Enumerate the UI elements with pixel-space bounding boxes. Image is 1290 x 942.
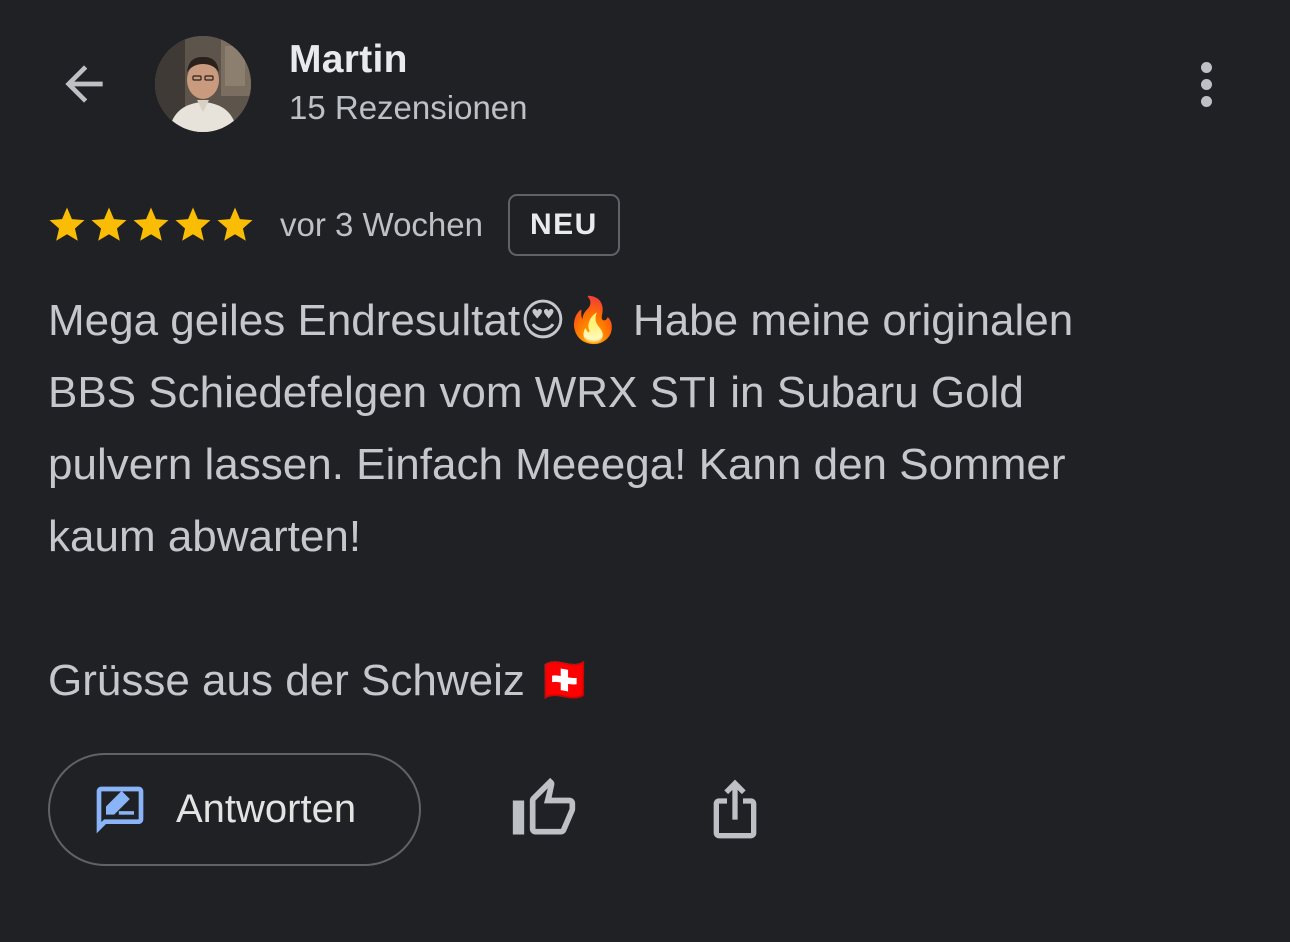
like-button[interactable] (510, 775, 578, 843)
rate-review-icon (96, 786, 144, 833)
share-button[interactable] (703, 775, 767, 843)
review-text: Mega geiles Endresultat😍🔥 Habe meine ori… (48, 296, 1074, 561)
more-vert-icon (1200, 61, 1212, 73)
arrow-back-icon (65, 65, 103, 103)
reply-label: Antworten (176, 787, 357, 831)
back-button[interactable] (56, 56, 112, 112)
review-count[interactable]: 15 Rezensionen (289, 89, 528, 127)
avatar[interactable] (155, 36, 251, 132)
reply-button[interactable]: Antworten (48, 753, 421, 866)
star-icon (217, 207, 253, 241)
more-vert-icon-dot (1200, 78, 1212, 90)
profile-photo (155, 36, 251, 132)
rating-row: vor 3 Wochen NEU (46, 192, 620, 258)
star-icon (49, 207, 85, 241)
review-date: vor 3 Wochen (280, 206, 483, 243)
thumb-up-icon (512, 777, 576, 835)
review-greeting: Grüsse aus der Schweiz 🇨🇭 (48, 656, 592, 705)
star-rating (46, 204, 256, 246)
star-icon (175, 207, 211, 241)
user-name[interactable]: Martin (289, 38, 408, 82)
more-vert-icon-dot (1200, 95, 1212, 107)
share-icon (713, 779, 757, 839)
new-badge: NEU (508, 194, 620, 256)
star-icon (91, 207, 127, 241)
star-icon (133, 207, 169, 241)
more-options-button[interactable] (1182, 54, 1230, 114)
